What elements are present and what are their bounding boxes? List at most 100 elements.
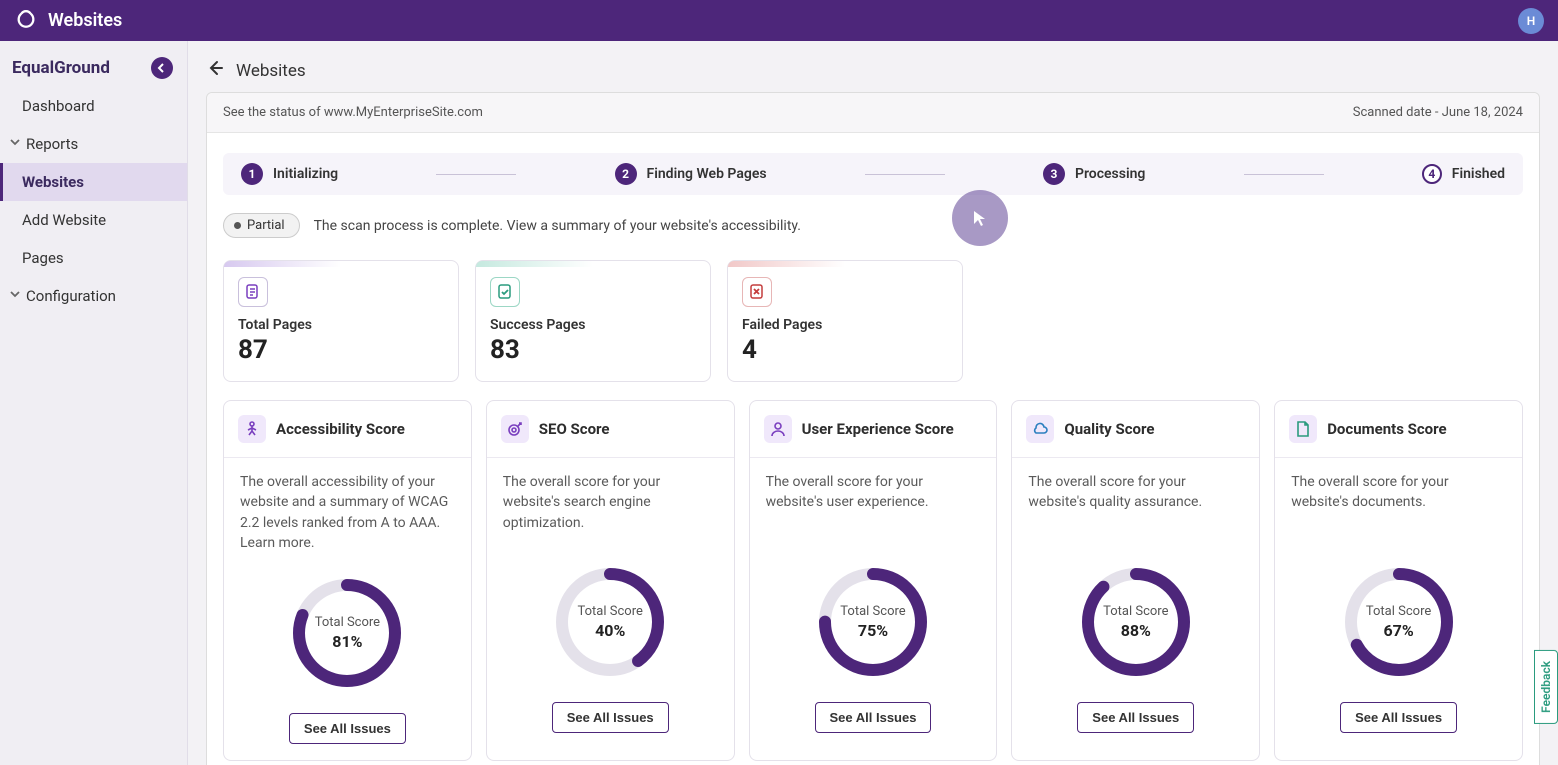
feedback-tab[interactable]: Feedback (1534, 650, 1558, 724)
stat-value: 83 (490, 335, 696, 365)
score-card-seo: SEO Score The overall score for your webs… (486, 400, 735, 761)
chevron-right-icon (7, 290, 21, 302)
step-processing: 3 Processing (1043, 163, 1145, 185)
sidebar: EqualGround Dashboard Reports Websites Add … (0, 41, 188, 765)
sidebar-item-label: Reports (26, 135, 78, 153)
file-icon (1289, 415, 1317, 443)
back-arrow-icon[interactable] (206, 59, 224, 82)
status-dot-icon (234, 222, 241, 229)
donut-label: Total Score (1103, 604, 1168, 619)
scanned-date: Scanned date - June 18, 2024 (1353, 105, 1523, 120)
sidebar-item-add-website[interactable]: Add Website (0, 201, 187, 239)
stat-label: Success Pages (490, 317, 696, 333)
pages-icon (238, 277, 268, 307)
chevron-right-icon (7, 138, 21, 150)
sidebar-item-pages[interactable]: Pages (0, 239, 187, 277)
org-name: EqualGround (12, 58, 110, 78)
main-content: Websites See the status of www.MyEnterpr… (188, 41, 1558, 765)
stat-value: 87 (238, 335, 444, 365)
sidebar-item-label: Pages (22, 249, 64, 267)
sidebar-item-dashboard[interactable]: Dashboard (0, 87, 187, 125)
score-card-documents: Documents Score The overall score for you… (1274, 400, 1523, 761)
sidebar-item-configuration[interactable]: Configuration (0, 277, 187, 315)
donut-value: 81% (332, 632, 362, 651)
stat-total-pages: Total Pages 87 (223, 260, 459, 382)
score-card-quality: Quality Score The overall score for your … (1011, 400, 1260, 761)
sidebar-item-label: Configuration (26, 287, 116, 305)
status-chip: Partial (223, 213, 300, 238)
failed-icon (742, 277, 772, 307)
cloud-icon (1026, 415, 1054, 443)
stat-label: Failed Pages (742, 317, 948, 333)
see-all-issues-button[interactable]: See All Issues (1077, 702, 1194, 733)
step-initializing: 1 Initializing (241, 163, 338, 185)
sidebar-item-label: Websites (22, 173, 84, 191)
see-all-issues-button[interactable]: See All Issues (815, 702, 932, 733)
donut-label: Total Score (840, 604, 905, 619)
donut-value: 75% (858, 621, 888, 640)
score-description: The overall score for your website's sea… (487, 458, 734, 556)
step-label: Initializing (273, 166, 338, 182)
breadcrumb-label: Websites (236, 61, 306, 81)
donut-value: 88% (1121, 621, 1151, 640)
score-title: SEO Score (539, 420, 610, 438)
breadcrumb: Websites (188, 41, 1558, 92)
step-number-badge: 3 (1043, 163, 1065, 185)
step-label: Finished (1452, 166, 1505, 182)
score-description: The overall score for your website's qua… (1012, 458, 1259, 556)
status-chip-label: Partial (247, 218, 285, 233)
score-title: Documents Score (1327, 420, 1446, 438)
score-title: Quality Score (1064, 420, 1154, 438)
app-title: Websites (48, 10, 122, 31)
score-title: User Experience Score (802, 420, 954, 438)
score-title: Accessibility Score (276, 420, 405, 438)
step-connector (1244, 174, 1324, 175)
score-description: The overall score for your website's use… (750, 458, 997, 556)
score-donut: Total Score 67% (1339, 562, 1459, 682)
sidebar-item-websites[interactable]: Websites (0, 163, 187, 201)
topbar: Websites H (0, 0, 1558, 41)
score-description: The overall score for your website's doc… (1275, 458, 1522, 556)
step-finding-web-pages: 2 Finding Web Pages (615, 163, 767, 185)
stat-success-pages: Success Pages 83 (475, 260, 711, 382)
score-donut: Total Score 75% (813, 562, 933, 682)
score-card-ux: User Experience Score The overall score f… (749, 400, 998, 761)
score-description: The overall accessibility of your websit… (224, 458, 471, 567)
person-icon (238, 415, 266, 443)
see-all-issues-button[interactable]: See All Issues (1340, 702, 1457, 733)
donut-label: Total Score (578, 604, 643, 619)
score-card-accessibility: Accessibility Score The overall accessibi… (223, 400, 472, 761)
step-number-badge: 1 (241, 163, 263, 185)
app-logo-icon (14, 9, 38, 33)
step-label: Processing (1075, 166, 1145, 182)
step-connector (865, 174, 945, 175)
stat-value: 4 (742, 335, 948, 365)
sidebar-collapse-button[interactable] (151, 57, 173, 79)
score-donut: Total Score 88% (1076, 562, 1196, 682)
stat-label: Total Pages (238, 317, 444, 333)
status-message: The scan process is complete. View a sum… (314, 218, 801, 234)
step-number-badge: 2 (615, 163, 637, 185)
donut-value: 40% (595, 621, 625, 640)
target-icon (501, 415, 529, 443)
see-all-issues-button[interactable]: See All Issues (289, 713, 406, 744)
donut-label: Total Score (315, 615, 380, 630)
sidebar-item-reports[interactable]: Reports (0, 125, 187, 163)
donut-value: 67% (1383, 621, 1413, 640)
see-all-issues-button[interactable]: See All Issues (552, 702, 669, 733)
status-prefix: See the status of www.MyEnterpriseSite.c… (223, 105, 483, 120)
step-label: Finding Web Pages (647, 166, 767, 182)
success-icon (490, 277, 520, 307)
user-icon (764, 415, 792, 443)
step-finished: 4 Finished (1422, 164, 1505, 184)
score-donut: Total Score 81% (287, 573, 407, 693)
progress-steps: 1 Initializing 2 Finding Web Pages 3 Processi… (223, 153, 1523, 195)
score-donut: Total Score 40% (550, 562, 670, 682)
stat-failed-pages: Failed Pages 4 (727, 260, 963, 382)
donut-label: Total Score (1366, 604, 1431, 619)
avatar[interactable]: H (1518, 8, 1544, 34)
sidebar-item-label: Dashboard (22, 97, 95, 115)
website-summary-card: See the status of www.MyEnterpriseSite.c… (206, 92, 1540, 765)
sidebar-item-label: Add Website (22, 211, 106, 229)
step-number-badge: 4 (1422, 164, 1442, 184)
